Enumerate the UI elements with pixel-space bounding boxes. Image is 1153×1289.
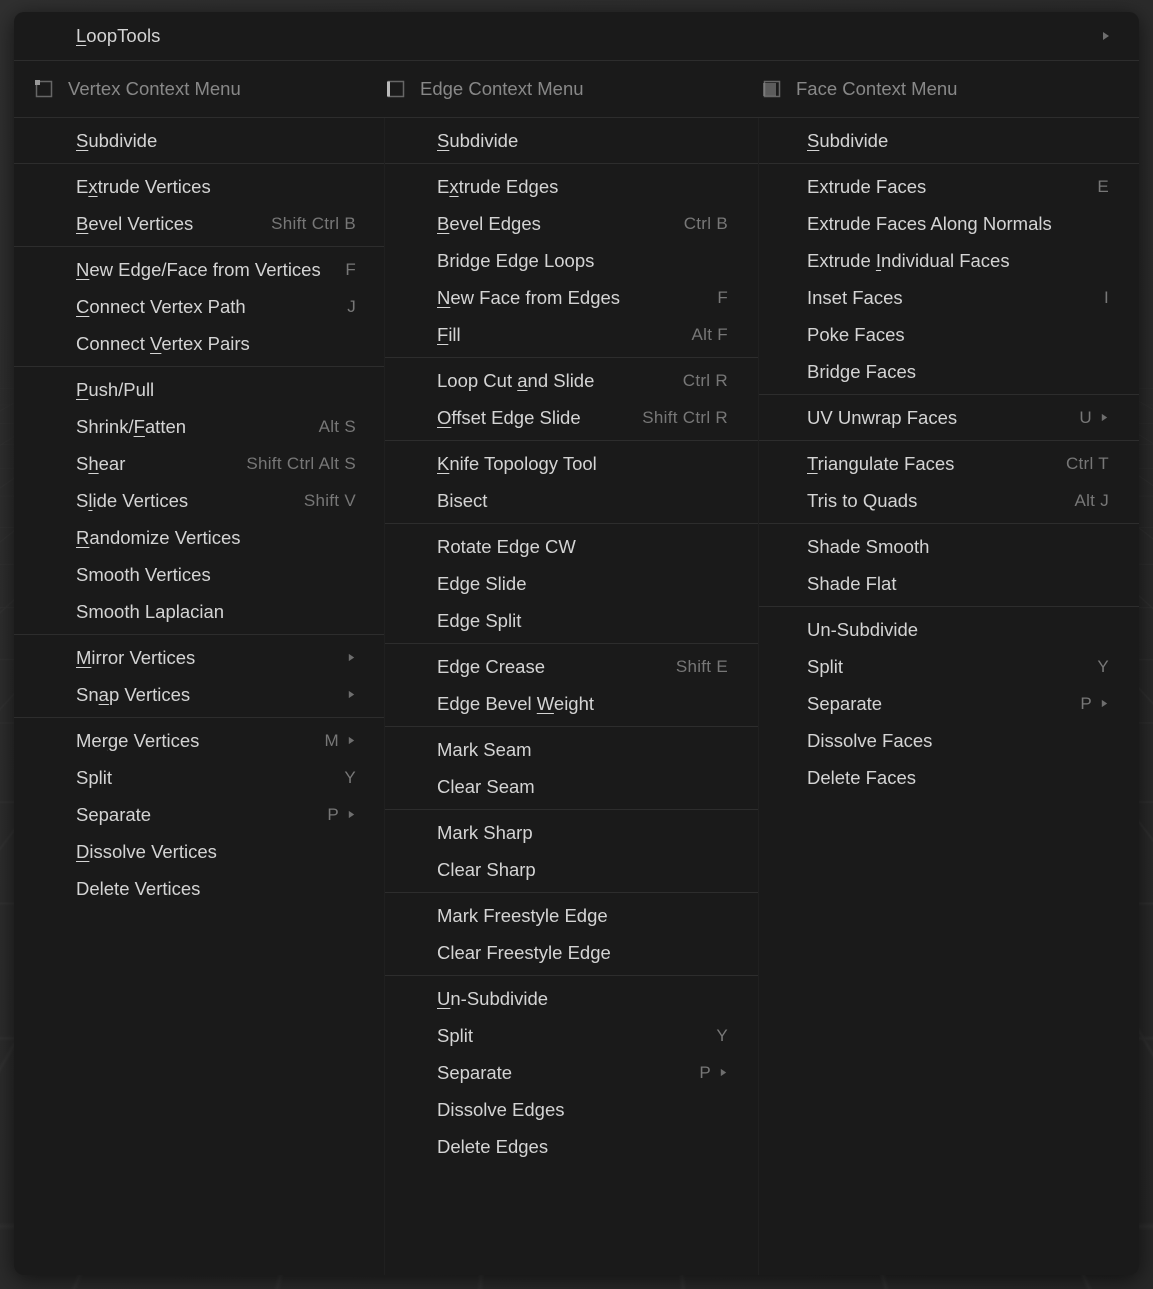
edge-split[interactable]: Edge Split bbox=[385, 602, 758, 639]
face-shade-flat[interactable]: Shade Flat bbox=[759, 565, 1139, 602]
vertex-split[interactable]: SplitY bbox=[14, 759, 384, 796]
edge-knife[interactable]: Knife Topology Tool bbox=[385, 445, 758, 482]
face-subdivide[interactable]: Subdivide bbox=[759, 122, 1139, 159]
chevron-right-icon bbox=[347, 810, 356, 819]
edge-column: Subdivide Extrude Edges Bevel EdgesCtrl … bbox=[385, 118, 759, 1275]
edge-bisect[interactable]: Bisect bbox=[385, 482, 758, 519]
vertex-separate[interactable]: SeparateP bbox=[14, 796, 384, 833]
context-menu-panel: LLoopToolsoopTools Vertex Context Menu E… bbox=[14, 12, 1139, 1275]
vertex-bevel[interactable]: Bevel VerticesShift Ctrl B bbox=[14, 205, 384, 242]
edge-extrude[interactable]: Extrude Edges bbox=[385, 168, 758, 205]
edge-dissolve[interactable]: Dissolve Edges bbox=[385, 1091, 758, 1128]
vertex-connect-path[interactable]: Connect Vertex PathJ bbox=[14, 288, 384, 325]
edge-rotate-cw[interactable]: Rotate Edge CW bbox=[385, 528, 758, 565]
face-extrude-individual[interactable]: Extrude Individual Faces bbox=[759, 242, 1139, 279]
edge-unsubdivide[interactable]: Un-Subdivide bbox=[385, 980, 758, 1017]
edge-crease[interactable]: Edge CreaseShift E bbox=[385, 648, 758, 685]
edge-header: Edge Context Menu bbox=[420, 78, 584, 100]
vertex-subdivide[interactable]: Subdivide bbox=[14, 122, 384, 159]
vertex-slide[interactable]: Slide VerticesShift V bbox=[14, 482, 384, 519]
vertex-smooth[interactable]: Smooth Vertices bbox=[14, 556, 384, 593]
edge-separate[interactable]: SeparateP bbox=[385, 1054, 758, 1091]
chevron-right-icon bbox=[347, 690, 356, 699]
face-column: Subdivide Extrude FacesE Extrude Faces A… bbox=[759, 118, 1139, 1275]
chevron-right-icon bbox=[347, 653, 356, 662]
face-delete[interactable]: Delete Faces bbox=[759, 759, 1139, 796]
vertex-snap[interactable]: Snap Vertices bbox=[14, 676, 384, 713]
edge-delete[interactable]: Delete Edges bbox=[385, 1128, 758, 1165]
chevron-right-icon bbox=[1101, 31, 1111, 41]
edge-loop-cut[interactable]: Loop Cut and SlideCtrl R bbox=[385, 362, 758, 399]
face-extrude[interactable]: Extrude FacesE bbox=[759, 168, 1139, 205]
edge-clear-seam[interactable]: Clear Seam bbox=[385, 768, 758, 805]
face-unsubdivide[interactable]: Un-Subdivide bbox=[759, 611, 1139, 648]
face-separate[interactable]: SeparateP bbox=[759, 685, 1139, 722]
edge-subdivide[interactable]: Subdivide bbox=[385, 122, 758, 159]
vertex-shear[interactable]: ShearShift Ctrl Alt S bbox=[14, 445, 384, 482]
headers-row: Vertex Context Menu Edge Context Menu Fa… bbox=[14, 61, 1139, 118]
chevron-right-icon bbox=[1100, 413, 1109, 422]
edge-bevel-weight[interactable]: Edge Bevel Weight bbox=[385, 685, 758, 722]
vertex-randomize[interactable]: Randomize Vertices bbox=[14, 519, 384, 556]
vertex-smooth-laplacian[interactable]: Smooth Laplacian bbox=[14, 593, 384, 630]
edge-icon bbox=[386, 79, 406, 99]
face-extrude-normals[interactable]: Extrude Faces Along Normals bbox=[759, 205, 1139, 242]
chevron-right-icon bbox=[719, 1068, 728, 1077]
edge-split-y[interactable]: SplitY bbox=[385, 1017, 758, 1054]
vertex-icon bbox=[34, 79, 54, 99]
vertex-merge[interactable]: Merge VerticesM bbox=[14, 722, 384, 759]
vertex-column: Subdivide Extrude Vertices Bevel Vertice… bbox=[14, 118, 385, 1275]
face-tris-to-quads[interactable]: Tris to QuadsAlt J bbox=[759, 482, 1139, 519]
edge-mark-freestyle[interactable]: Mark Freestyle Edge bbox=[385, 897, 758, 934]
face-shade-smooth[interactable]: Shade Smooth bbox=[759, 528, 1139, 565]
edge-mark-seam[interactable]: Mark Seam bbox=[385, 731, 758, 768]
face-triangulate[interactable]: Triangulate FacesCtrl T bbox=[759, 445, 1139, 482]
edge-bridge-loops[interactable]: Bridge Edge Loops bbox=[385, 242, 758, 279]
vertex-mirror[interactable]: Mirror Vertices bbox=[14, 639, 384, 676]
edge-new-face[interactable]: New Face from EdgesF bbox=[385, 279, 758, 316]
face-inset[interactable]: Inset FacesI bbox=[759, 279, 1139, 316]
vertex-new-edge-face[interactable]: New Edge/Face from VerticesF bbox=[14, 251, 384, 288]
face-dissolve[interactable]: Dissolve Faces bbox=[759, 722, 1139, 759]
chevron-right-icon bbox=[1100, 699, 1109, 708]
edge-clear-sharp[interactable]: Clear Sharp bbox=[385, 851, 758, 888]
looptools-row[interactable]: LLoopToolsoopTools bbox=[14, 12, 1139, 61]
edge-clear-freestyle[interactable]: Clear Freestyle Edge bbox=[385, 934, 758, 971]
edge-slide[interactable]: Edge Slide bbox=[385, 565, 758, 602]
face-header: Face Context Menu bbox=[796, 78, 957, 100]
face-poke[interactable]: Poke Faces bbox=[759, 316, 1139, 353]
face-uv-unwrap[interactable]: UV Unwrap FacesU bbox=[759, 399, 1139, 436]
vertex-shrink-fatten[interactable]: Shrink/FattenAlt S bbox=[14, 408, 384, 445]
vertex-extrude[interactable]: Extrude Vertices bbox=[14, 168, 384, 205]
face-split[interactable]: SplitY bbox=[759, 648, 1139, 685]
chevron-right-icon bbox=[347, 736, 356, 745]
looptools-label: LLoopToolsoopTools bbox=[76, 25, 358, 47]
vertex-connect-pairs[interactable]: Connect Vertex Pairs bbox=[14, 325, 384, 362]
edge-fill[interactable]: FillAlt F bbox=[385, 316, 758, 353]
edge-bevel[interactable]: Bevel EdgesCtrl B bbox=[385, 205, 758, 242]
face-bridge[interactable]: Bridge Faces bbox=[759, 353, 1139, 390]
edge-offset-slide[interactable]: Offset Edge SlideShift Ctrl R bbox=[385, 399, 758, 436]
face-icon bbox=[762, 79, 782, 99]
vertex-dissolve[interactable]: Dissolve Vertices bbox=[14, 833, 384, 870]
edge-mark-sharp[interactable]: Mark Sharp bbox=[385, 814, 758, 851]
vertex-push-pull[interactable]: Push/Pull bbox=[14, 371, 384, 408]
vertex-delete[interactable]: Delete Vertices bbox=[14, 870, 384, 907]
vertex-header: Vertex Context Menu bbox=[68, 78, 241, 100]
